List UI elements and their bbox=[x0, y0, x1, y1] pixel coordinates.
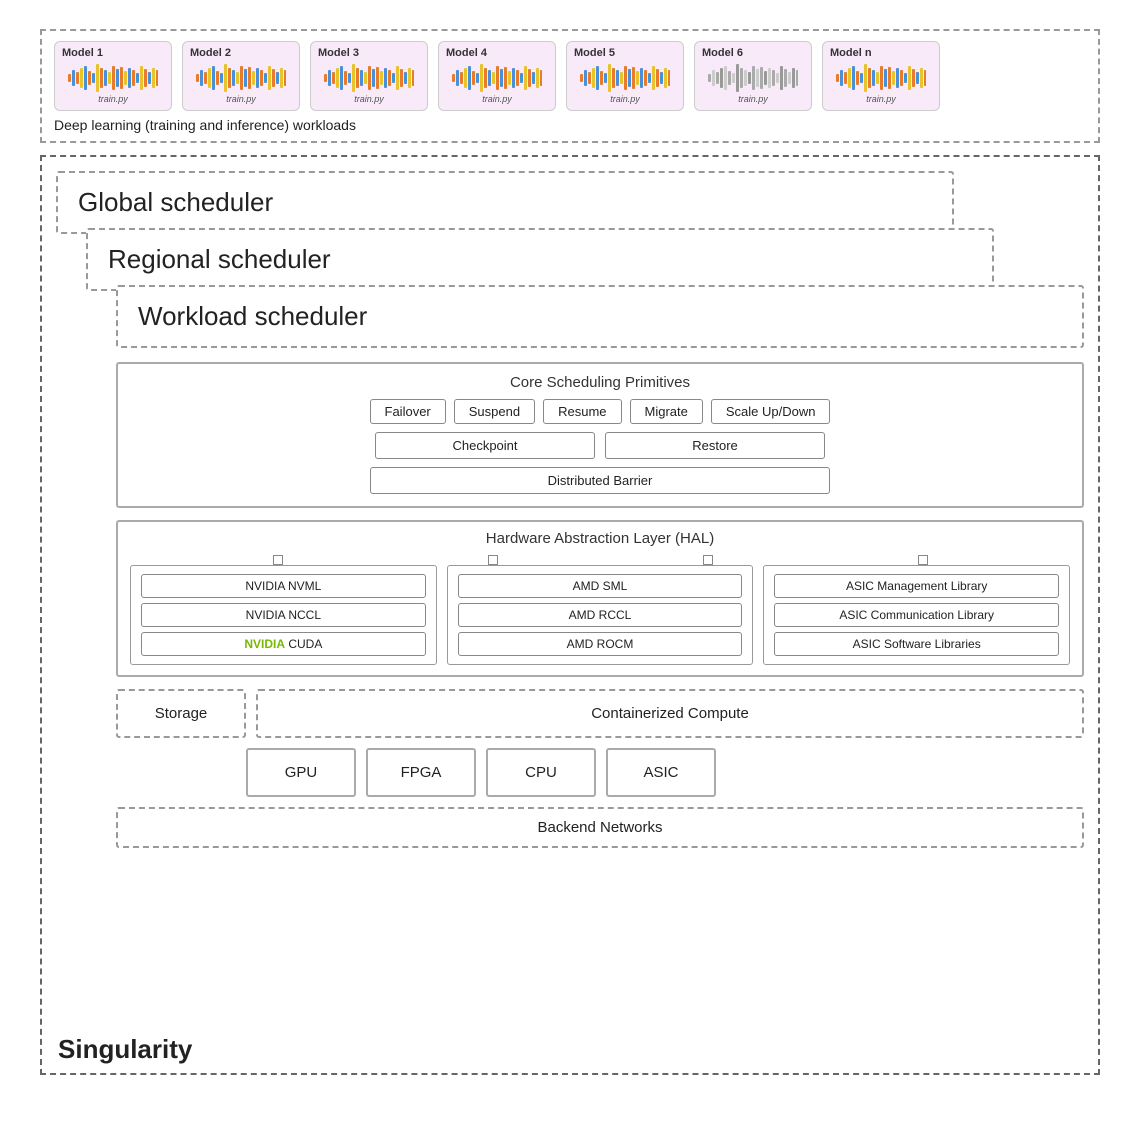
models-row: Model 1 train.py Model 2 train.py Model 3 tra… bbox=[54, 41, 1086, 111]
nvidia-cuda: NVIDIA CUDA bbox=[141, 632, 426, 656]
hal-tick-3 bbox=[703, 555, 713, 565]
model-waveform-4 bbox=[452, 62, 542, 94]
checkpoint-btn: Checkpoint bbox=[375, 432, 595, 459]
asic-comm: ASIC Communication Library bbox=[774, 603, 1059, 627]
restore-btn: Restore bbox=[605, 432, 825, 459]
distributed-barrier-btn: Distributed Barrier bbox=[370, 467, 830, 494]
hal-amd-column: AMD SML AMD RCCL AMD ROCM bbox=[447, 565, 754, 665]
hal-tick-1 bbox=[273, 555, 283, 565]
model-card-3: Model 3 train.py bbox=[310, 41, 428, 111]
hal-tick-2 bbox=[488, 555, 498, 565]
model-card-4: Model 4 train.py bbox=[438, 41, 556, 111]
model-script-1: train.py bbox=[98, 94, 128, 104]
compute-units-row: GPUFPGACPUASIC bbox=[116, 748, 1084, 797]
model-waveform-6 bbox=[708, 62, 798, 94]
hal-columns: NVIDIA NVML NVIDIA NCCL NVIDIA CUDA AMD … bbox=[130, 565, 1070, 665]
model-script-5: train.py bbox=[610, 94, 640, 104]
workload-scheduler-box: Workload scheduler bbox=[116, 285, 1084, 348]
primitive-resume: Resume bbox=[543, 399, 621, 424]
nvidia-nvml: NVIDIA NVML bbox=[141, 574, 426, 598]
model-card-1: Model 1 train.py bbox=[54, 41, 172, 111]
primitive-suspend: Suspend bbox=[454, 399, 535, 424]
asic-sw: ASIC Software Libraries bbox=[774, 632, 1059, 656]
compute-unit-gpu: GPU bbox=[246, 748, 356, 797]
primitive-migrate: Migrate bbox=[630, 399, 703, 424]
regional-scheduler-box: Regional scheduler bbox=[86, 228, 994, 291]
storage-compute-row: Storage Containerized Compute bbox=[116, 689, 1084, 738]
model-script-6: train.py bbox=[738, 94, 768, 104]
hal-asic-column: ASIC Management Library ASIC Communicati… bbox=[763, 565, 1070, 665]
model-title-5: Model 5 bbox=[574, 47, 615, 59]
storage-box: Storage bbox=[116, 689, 246, 738]
model-title-7: Model n bbox=[830, 47, 872, 59]
model-title-2: Model 2 bbox=[190, 47, 231, 59]
amd-sml: AMD SML bbox=[458, 574, 743, 598]
global-scheduler-label: Global scheduler bbox=[78, 187, 273, 217]
core-scheduling-title: Core Scheduling Primitives bbox=[132, 374, 1068, 391]
nvidia-nccl: NVIDIA NCCL bbox=[141, 603, 426, 627]
compute-unit-fpga: FPGA bbox=[366, 748, 476, 797]
backend-networks-box: Backend Networks bbox=[116, 807, 1084, 848]
singularity-label: Singularity bbox=[58, 1034, 192, 1065]
model-waveform-7 bbox=[836, 62, 926, 94]
model-waveform-3 bbox=[324, 62, 414, 94]
hal-connector bbox=[130, 555, 1070, 565]
model-script-3: train.py bbox=[354, 94, 384, 104]
system-box: Global scheduler Regional scheduler Work… bbox=[40, 155, 1100, 1075]
primitive-scale-up/down: Scale Up/Down bbox=[711, 399, 831, 424]
primitives-row: Failover Suspend Resume Migrate Scale Up/Dow… bbox=[132, 399, 1068, 424]
amd-rccl: AMD RCCL bbox=[458, 603, 743, 627]
model-waveform-5 bbox=[580, 62, 670, 94]
outer-container: Model 1 train.py Model 2 train.py Model 3 tra… bbox=[30, 19, 1110, 1119]
model-title-1: Model 1 bbox=[62, 47, 103, 59]
model-title-4: Model 4 bbox=[446, 47, 487, 59]
model-waveform-2 bbox=[196, 62, 286, 94]
workloads-label: Deep learning (training and inference) w… bbox=[54, 117, 1086, 133]
model-script-7: train.py bbox=[866, 94, 896, 104]
model-script-4: train.py bbox=[482, 94, 512, 104]
model-title-3: Model 3 bbox=[318, 47, 359, 59]
workloads-section: Model 1 train.py Model 2 train.py Model 3 tra… bbox=[40, 29, 1100, 143]
model-card-5: Model 5 train.py bbox=[566, 41, 684, 111]
model-title-6: Model 6 bbox=[702, 47, 743, 59]
model-card-7: Model n train.py bbox=[822, 41, 940, 111]
hal-box: Hardware Abstraction Layer (HAL) NVIDIA … bbox=[116, 520, 1084, 677]
backend-networks-row: Backend Networks bbox=[116, 807, 1084, 848]
core-scheduling-box: Core Scheduling Primitives Failover Suspe… bbox=[116, 362, 1084, 508]
hal-title: Hardware Abstraction Layer (HAL) bbox=[130, 530, 1070, 547]
regional-scheduler-label: Regional scheduler bbox=[108, 244, 331, 274]
model-card-2: Model 2 train.py bbox=[182, 41, 300, 111]
workload-scheduler-label: Workload scheduler bbox=[138, 301, 367, 331]
hal-tick-4 bbox=[918, 555, 928, 565]
model-script-2: train.py bbox=[226, 94, 256, 104]
model-waveform-1 bbox=[68, 62, 158, 94]
checkpoint-restore-row: Checkpoint Restore bbox=[132, 432, 1068, 459]
amd-rocm: AMD ROCM bbox=[458, 632, 743, 656]
containerized-box: Containerized Compute bbox=[256, 689, 1084, 738]
model-card-6: Model 6 train.py bbox=[694, 41, 812, 111]
asic-mgmt: ASIC Management Library bbox=[774, 574, 1059, 598]
nvidia-highlight: NVIDIA bbox=[244, 637, 285, 651]
distributed-barrier-row: Distributed Barrier bbox=[132, 467, 1068, 494]
compute-unit-cpu: CPU bbox=[486, 748, 596, 797]
scheduler-layers: Global scheduler Regional scheduler Work… bbox=[56, 171, 1084, 348]
hal-nvidia-column: NVIDIA NVML NVIDIA NCCL NVIDIA CUDA bbox=[130, 565, 437, 665]
global-scheduler-box: Global scheduler bbox=[56, 171, 954, 234]
compute-unit-asic: ASIC bbox=[606, 748, 716, 797]
primitive-failover: Failover bbox=[370, 399, 446, 424]
